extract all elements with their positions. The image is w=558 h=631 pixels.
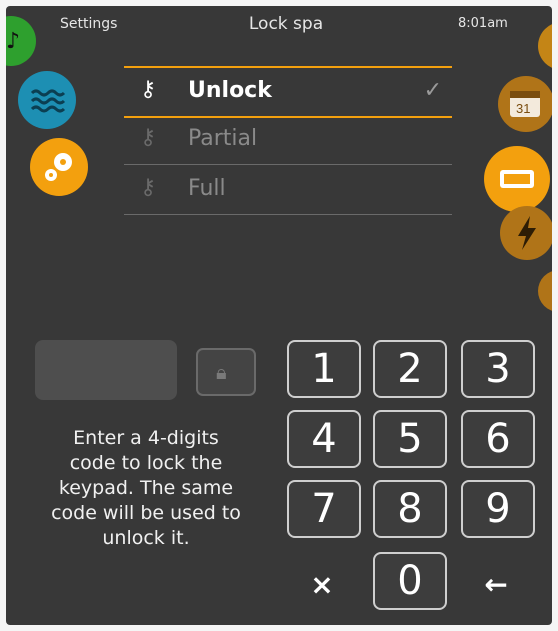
water-icon[interactable] (18, 71, 76, 129)
option-label: Unlock (188, 78, 272, 103)
key-8[interactable]: 8 (373, 480, 447, 538)
key-2[interactable]: 2 (373, 340, 447, 398)
key-icon: ⚷ (140, 175, 157, 200)
clear-button[interactable]: × (287, 568, 357, 601)
key-6[interactable]: 6 (461, 410, 535, 468)
key-7[interactable]: 7 (287, 480, 361, 538)
option-label: Full (188, 176, 226, 201)
key-icon: ⚷ (140, 77, 157, 102)
key-1[interactable]: 1 (287, 340, 361, 398)
option-unlock[interactable]: ⚷ Unlock ✓ (124, 66, 452, 118)
key-4[interactable]: 4 (287, 410, 361, 468)
lock-icon: 🔒︎ (216, 360, 227, 384)
display-icon[interactable] (484, 146, 550, 212)
chevron-icon[interactable] (538, 22, 552, 70)
key-0[interactable]: 0 (373, 552, 447, 610)
settings-label[interactable]: Settings (60, 16, 117, 32)
svg-text:31: 31 (516, 101, 530, 116)
lightning-icon[interactable] (500, 206, 552, 260)
instructions-text: Enter a 4-digits code to lock the keypad… (51, 427, 241, 549)
key-5[interactable]: 5 (373, 410, 447, 468)
page-title: Lock spa (248, 14, 324, 34)
option-full[interactable]: ⚷ Full (124, 166, 452, 215)
key-9[interactable]: 9 (461, 480, 535, 538)
option-label: Partial (188, 126, 258, 151)
calendar-icon[interactable]: 31 (498, 76, 552, 132)
check-icon: ✓ (423, 78, 442, 103)
clock: 8:01am (458, 16, 508, 31)
gear-icon[interactable] (30, 138, 88, 196)
key-icon: ⚷ (140, 125, 157, 150)
backspace-button[interactable]: ← (461, 568, 531, 601)
chevron-icon[interactable] (538, 270, 552, 312)
code-display (35, 340, 177, 400)
option-partial[interactable]: ⚷ Partial (124, 116, 452, 165)
spa-screen: Settings Lock spa 8:01am ♪ 31 ⚷ Unlock ✓… (6, 6, 552, 625)
music-icon[interactable]: ♪ (6, 16, 36, 66)
lock-button[interactable]: 🔒︎ (196, 348, 256, 396)
key-3[interactable]: 3 (461, 340, 535, 398)
